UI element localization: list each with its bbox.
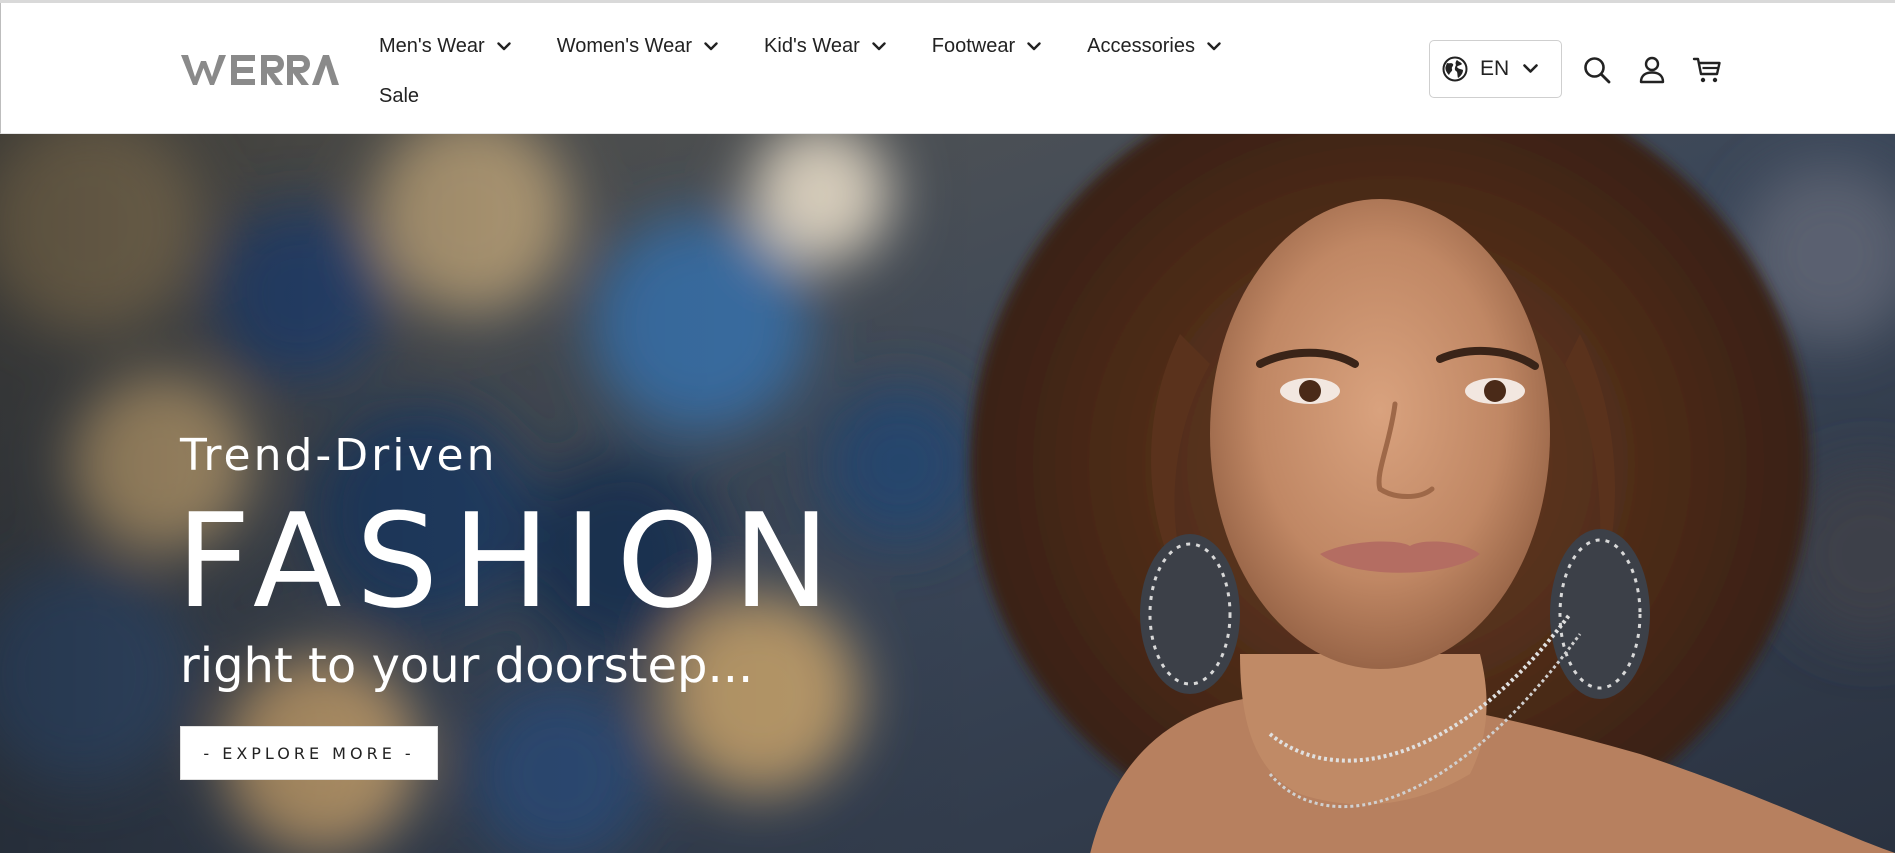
search-icon[interactable] [1582,55,1612,85]
chevron-down-icon [497,41,511,50]
nav-row-secondary: Sale [379,81,1279,111]
nav-item-footwear[interactable]: Footwear [932,35,1041,58]
explore-more-button[interactable]: - EXPLORE MORE - [180,726,438,780]
main-navigation: Men's Wear Women's Wear Kid's Wear Footw… [379,31,1279,131]
site-header: Men's Wear Women's Wear Kid's Wear Footw… [0,3,1895,134]
cart-icon[interactable] [1692,55,1722,85]
nav-row-primary: Men's Wear Women's Wear Kid's Wear Footw… [379,31,1279,61]
chevron-down-icon [1027,41,1041,50]
hero-subline: right to your doorstep... [180,638,754,694]
chevron-down-icon [1207,41,1221,50]
nav-item-accessories[interactable]: Accessories [1087,35,1221,58]
nav-item-label: Men's Wear [379,34,485,57]
hero-headline: FASHION [176,485,844,637]
globe-icon [1442,56,1468,82]
nav-item-mens-wear[interactable]: Men's Wear [379,35,511,58]
chevron-down-icon [872,41,886,50]
hero-eyebrow: Trend-Driven [180,430,498,481]
nav-item-label: Women's Wear [556,34,693,57]
nav-item-label: Footwear [931,34,1016,57]
language-selector[interactable]: EN [1429,40,1562,98]
nav-item-label: Kid's Wear [764,34,860,57]
chevron-down-icon [1523,64,1538,73]
nav-item-label: Sale [379,84,420,107]
brand-logo[interactable] [181,53,339,87]
user-icon[interactable] [1637,55,1667,85]
nav-item-womens-wear[interactable]: Women's Wear [557,35,718,58]
nav-item-label: Accessories [1087,34,1195,57]
chevron-down-icon [704,41,718,50]
nav-item-sale[interactable]: Sale [379,85,419,108]
hero-banner: Trend-Driven FASHION right to your doors… [0,134,1895,853]
nav-item-kids-wear[interactable]: Kid's Wear [764,35,886,58]
language-code: EN [1480,57,1510,80]
